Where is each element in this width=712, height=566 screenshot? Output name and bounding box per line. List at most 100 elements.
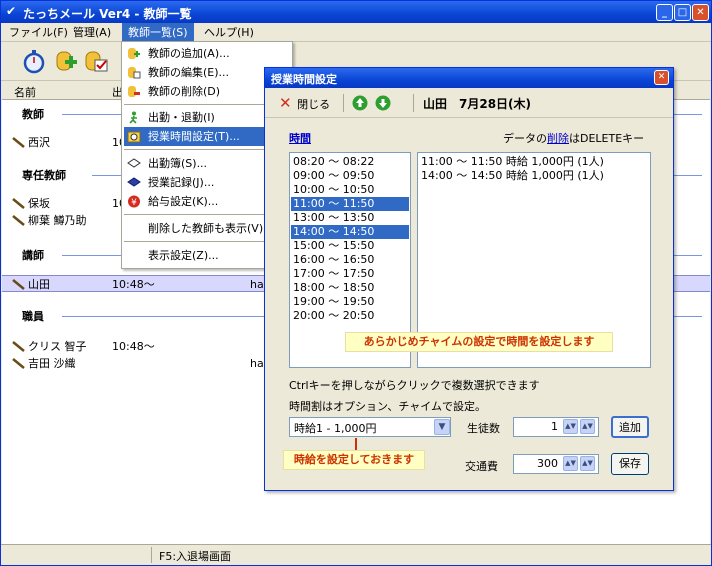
menu-item-label: 出勤簿(S)...	[148, 157, 208, 170]
column-header-name[interactable]: 名前	[14, 84, 36, 100]
menu-file[interactable]: ファイル(F)	[3, 23, 74, 42]
rate-select[interactable]: 時給1 - 1,000円 ▼	[289, 417, 451, 437]
title-bar[interactable]: ✔ たっちメール Ver4 - 教師一覧 _ □ ✕	[1, 1, 711, 23]
status-divider	[151, 547, 152, 563]
callout-pointer	[355, 438, 357, 450]
time-slot-item[interactable]: 08:20 ～ 08:22	[291, 155, 409, 169]
time-slot-item[interactable]: 10:00 ～ 10:50	[291, 183, 409, 197]
time-slot-item[interactable]: 19:00 ～ 19:50	[291, 295, 409, 309]
time-slot-item-selected[interactable]: 14:00 ～ 14:50	[291, 225, 409, 239]
transport-label: 交通費	[465, 460, 498, 473]
app-icon: ✔	[6, 4, 17, 18]
window-title: たっちメール Ver4 - 教師一覧	[23, 7, 192, 21]
class-time-dialog: 授業時間設定 ✕ ✕ 閉じる 山田 7月28日(木) 時間 データの削除はDEL…	[264, 67, 674, 491]
arrow-down-icon[interactable]	[375, 95, 391, 111]
toolbar-divider	[343, 94, 344, 112]
menu-item-label: 授業時間設定(T)...	[148, 130, 240, 143]
students-value: 1	[551, 420, 558, 433]
pencil-icon	[12, 341, 25, 352]
time-slot-item[interactable]: 20:00 ～ 20:50	[291, 309, 409, 323]
yen-icon: ¥	[128, 195, 140, 208]
students-input[interactable]: 1 ▲▼ ▲▼	[513, 417, 599, 437]
dialog-toolbar: ✕ 閉じる 山田 7月28日(木)	[265, 88, 673, 118]
time-slot-item[interactable]: 18:00 ～ 18:50	[291, 281, 409, 295]
transport-value: 300	[537, 457, 558, 470]
time-slot-item[interactable]: 15:00 ～ 15:50	[291, 239, 409, 253]
status-text: F5:入退場画面	[159, 550, 232, 563]
time-link[interactable]: 時間	[289, 130, 311, 146]
menu-item-label: 教師の追加(A)...	[148, 47, 230, 60]
delete-icon	[128, 86, 140, 97]
arrow-up-icon[interactable]	[352, 95, 368, 111]
teacher-name: 柳葉 鱒乃助	[28, 214, 87, 227]
teacher-name: 西沢	[28, 136, 50, 149]
coins-check-icon[interactable]	[83, 48, 109, 74]
time-slot-item[interactable]: 17:00 ～ 17:50	[291, 267, 409, 281]
dialog-title-bar[interactable]: 授業時間設定 ✕	[265, 68, 673, 88]
book-icon	[127, 158, 141, 168]
time-slot-item[interactable]: 13:00 ～ 13:50	[291, 211, 409, 225]
menu-admin[interactable]: 管理(A)	[67, 23, 117, 42]
group-label: 教師	[22, 108, 44, 121]
pencil-icon	[12, 198, 25, 209]
pencil-icon	[12, 279, 25, 290]
teacher-extra: ha	[250, 357, 264, 370]
rate-select-value: 時給1 - 1,000円	[294, 422, 377, 435]
delete-hint-link[interactable]: 削除	[547, 132, 569, 145]
menu-item-label: 出勤・退勤(I)	[148, 111, 215, 124]
add-coins-icon[interactable]	[53, 48, 79, 74]
group-label: 職員	[22, 310, 44, 323]
record-book-icon	[127, 177, 141, 187]
teacher-date-label: 山田 7月28日(木)	[423, 97, 532, 111]
help-text-multiselect: Ctrlキーを押しながらクリックで複数選択できます	[289, 379, 540, 392]
transport-input[interactable]: 300 ▲▼ ▲▼	[513, 454, 599, 474]
menu-help[interactable]: ヘルプ(H)	[198, 23, 260, 42]
spin-icon[interactable]: ▲▼	[580, 419, 595, 434]
menu-item-label: 給与設定(K)...	[148, 195, 219, 208]
spin-icon[interactable]: ▲▼	[580, 456, 595, 471]
chime-callout: あらかじめチャイムの設定で時間を設定します	[345, 332, 613, 352]
teacher-name: クリス 智子	[28, 340, 87, 353]
menu-item-add-teacher[interactable]: 教師の追加(A)...	[124, 44, 290, 63]
minimize-button[interactable]: _	[656, 4, 673, 21]
add-button[interactable]: 追加	[611, 416, 649, 438]
teacher-name: 吉田 沙織	[28, 357, 76, 370]
toolbar-divider	[413, 94, 414, 112]
menu-item-label: 削除した教師も表示(V)	[148, 222, 264, 235]
pencil-icon	[12, 358, 25, 369]
menu-bar: ファイル(F) 管理(A) 教師一覧(S) ヘルプ(H)	[1, 23, 711, 42]
teacher-name: 山田	[28, 278, 50, 291]
delete-hint-prefix: データの	[503, 132, 547, 145]
menu-item-label: 教師の編集(E)...	[148, 66, 230, 79]
time-slot-item[interactable]: 09:00 ～ 09:50	[291, 169, 409, 183]
close-dialog-button[interactable]: ✕ 閉じる	[279, 94, 330, 112]
teacher-name: 保坂	[28, 197, 50, 210]
dialog-close-button[interactable]: ✕	[654, 70, 669, 85]
clock-in-time: 10:48～	[112, 278, 155, 291]
save-button[interactable]: 保存	[611, 453, 649, 475]
stopwatch-icon[interactable]	[21, 48, 47, 74]
spin-icon[interactable]: ▲▼	[563, 419, 578, 434]
pencil-icon	[12, 137, 25, 148]
dialog-title: 授業時間設定	[271, 73, 337, 86]
close-button[interactable]: ✕	[692, 4, 709, 21]
close-label: 閉じる	[297, 98, 331, 111]
menu-item-label: 表示設定(Z)...	[148, 249, 219, 262]
spin-icon[interactable]: ▲▼	[563, 456, 578, 471]
delete-hint: データの削除はDELETEキー	[503, 130, 644, 146]
edit-icon	[128, 67, 141, 79]
entry-item[interactable]: 11:00 ～ 11:50 時給 1,000円 (1人)	[419, 155, 649, 169]
students-label: 生徒数	[467, 422, 500, 435]
status-bar: F5:入退場画面	[1, 544, 711, 565]
menu-teacher-list[interactable]: 教師一覧(S)	[122, 23, 194, 42]
chevron-down-icon[interactable]: ▼	[434, 419, 450, 435]
time-slot-item[interactable]: 16:00 ～ 16:50	[291, 253, 409, 267]
clock-settings-icon	[127, 131, 141, 143]
maximize-button[interactable]: □	[674, 4, 691, 21]
teacher-extra: ha	[250, 278, 264, 291]
entry-item[interactable]: 14:00 ～ 14:50 時給 1,000円 (1人)	[419, 169, 649, 183]
person-walking-icon	[129, 111, 137, 124]
time-slot-item-selected[interactable]: 11:00 ～ 11:50	[291, 197, 409, 211]
menu-item-label: 教師の削除(D)	[148, 85, 221, 98]
add-icon	[128, 48, 140, 59]
